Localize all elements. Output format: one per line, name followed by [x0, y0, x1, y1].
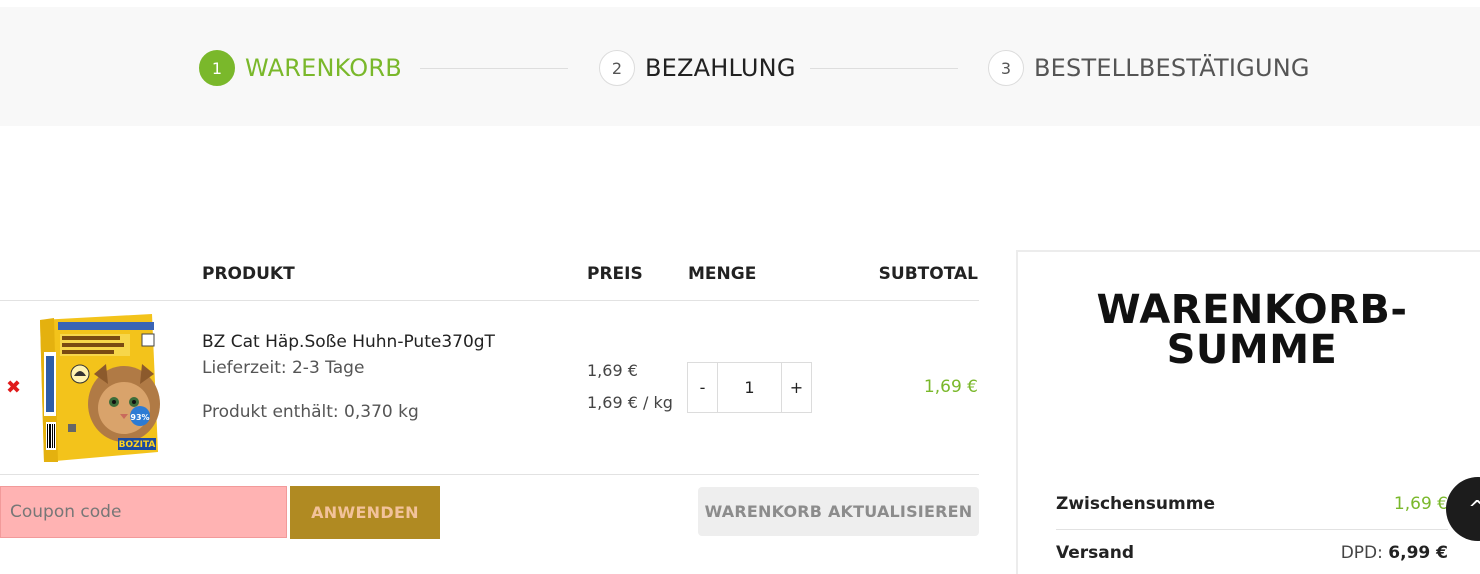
shipping-label: Versand [1056, 543, 1135, 563]
apply-coupon-button[interactable]: ANWENDEN [290, 486, 440, 539]
quantity-decrease-button[interactable]: - [688, 363, 718, 412]
product-image-badge: 93% [130, 413, 149, 422]
cart-totals-title-line2: SUMME [1166, 327, 1338, 373]
coupon-code-input[interactable] [0, 486, 287, 538]
checkout-steps: 1 WARENKORB 2 BEZAHLUNG 3 BESTELLBESTÄTI… [0, 7, 1480, 126]
product-name-link[interactable]: BZ Cat Häp.Soße Huhn-Pute370gT [202, 332, 495, 352]
subtotal-label: Zwischensumme [1056, 494, 1215, 514]
shipping-cost: 6,99 € [1388, 543, 1448, 563]
column-header-price: PREIS [587, 264, 643, 284]
cart-totals: WARENKORB- SUMME Zwischensumme 1,69 € Ve… [1016, 250, 1480, 574]
step-label: BEZAHLUNG [645, 54, 796, 82]
step-payment[interactable]: 2 BEZAHLUNG [599, 50, 796, 86]
header-divider [0, 300, 979, 301]
step-label: BESTELLBESTÄTIGUNG [1034, 54, 1310, 82]
cart-totals-title-line1: WARENKORB- [1096, 287, 1408, 333]
quantity-input[interactable] [718, 363, 781, 412]
remove-item-icon[interactable]: ✖ [6, 377, 21, 398]
item-unit-price: 1,69 € / kg [587, 393, 673, 412]
product-content: Produkt enthält: 0,370 kg [202, 402, 419, 422]
step-label: WARENKORB [245, 54, 402, 82]
quantity-increase-button[interactable]: + [781, 363, 811, 412]
shipping-carrier: DPD: [1340, 543, 1389, 563]
step-divider [810, 68, 958, 69]
step-divider [420, 68, 568, 69]
chevron-up-icon: ^ [1468, 497, 1480, 522]
step-confirmation[interactable]: 3 BESTELLBESTÄTIGUNG [988, 50, 1310, 86]
item-price: 1,69 € [587, 361, 638, 380]
cart-totals-title: WARENKORB- SUMME [1018, 290, 1480, 370]
quantity-stepper: - + [687, 362, 812, 413]
column-header-product: PRODUKT [202, 264, 295, 284]
delivery-time: Lieferzeit: 2-3 Tage [202, 358, 365, 378]
step-number: 1 [199, 50, 235, 86]
item-subtotal: 1,69 € [923, 377, 978, 397]
column-header-subtotal: SUBTOTAL [878, 264, 978, 284]
step-number: 2 [599, 50, 635, 86]
column-header-quantity: MENGE [688, 264, 757, 284]
shipping-value: DPD: 6,99 € [1341, 543, 1448, 563]
update-cart-button[interactable]: WARENKORB AKTUALISIEREN [698, 487, 979, 536]
subtotal-value: 1,69 € [1393, 494, 1448, 514]
product-image[interactable]: 93% BOZITA [34, 312, 160, 464]
totals-divider [1056, 529, 1448, 530]
row-divider [0, 474, 979, 475]
step-number: 3 [988, 50, 1024, 86]
product-image-brand: BOZITA [119, 440, 156, 450]
step-cart[interactable]: 1 WARENKORB [199, 50, 402, 86]
